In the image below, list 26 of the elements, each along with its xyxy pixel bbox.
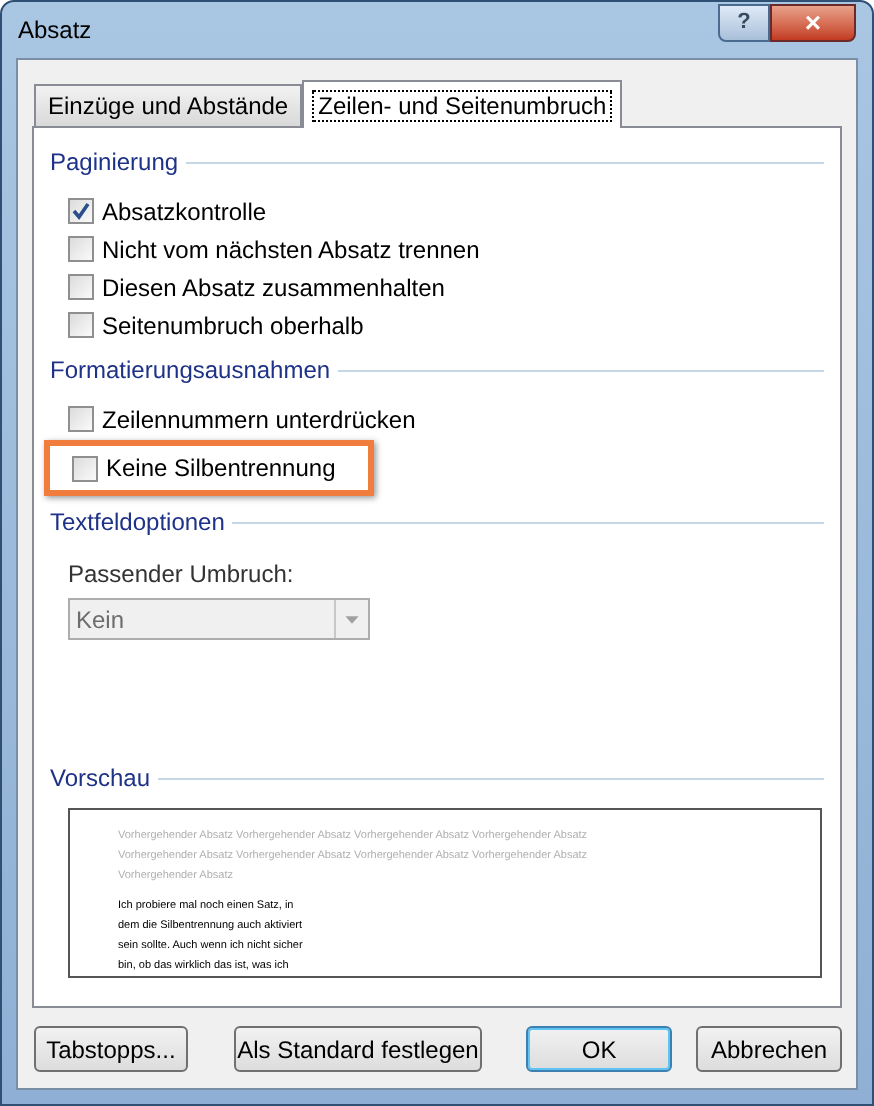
dialog-button[interactable]: Abbrechen <box>696 1026 842 1072</box>
checkbox[interactable] <box>68 198 94 224</box>
tab[interactable]: Zeilen- und Seitenumbruch <box>302 80 623 128</box>
section-title: Formatierungsausnahmen <box>50 354 331 388</box>
option-label: Absatzkontrolle <box>102 195 267 229</box>
section-title: Paginierung <box>50 146 179 180</box>
checkbox[interactable] <box>68 406 94 432</box>
checkbox[interactable] <box>72 455 98 481</box>
section-title: Vorschau <box>50 762 151 796</box>
dialog-button[interactable]: OK <box>526 1026 673 1072</box>
checkmark-icon <box>72 202 90 220</box>
option-label: Keine Silbentrennung <box>106 452 336 486</box>
tab[interactable]: Einzüge und Abstände <box>34 84 303 126</box>
dropdown-label: Passender Umbruch: <box>68 558 296 592</box>
dialog-button[interactable]: Als Standard festlegen <box>233 1026 483 1072</box>
checkbox-option[interactable]: Seitenumbruch oberhalb <box>68 307 364 343</box>
section-title: Textfeldoptionen <box>50 506 225 540</box>
window-title: Absatz <box>18 14 92 48</box>
dialog-button[interactable]: Tabstopps... <box>34 1026 188 1072</box>
checkbox[interactable] <box>68 312 94 338</box>
option-label: Seitenumbruch oberhalb <box>102 309 364 343</box>
checkbox[interactable] <box>68 236 94 262</box>
checkbox-option[interactable]: Keine Silbentrennung <box>44 440 374 496</box>
checkbox[interactable] <box>68 274 94 300</box>
help-button[interactable]: ? <box>718 3 770 41</box>
checkbox-option[interactable]: Absatzkontrolle <box>68 193 267 229</box>
